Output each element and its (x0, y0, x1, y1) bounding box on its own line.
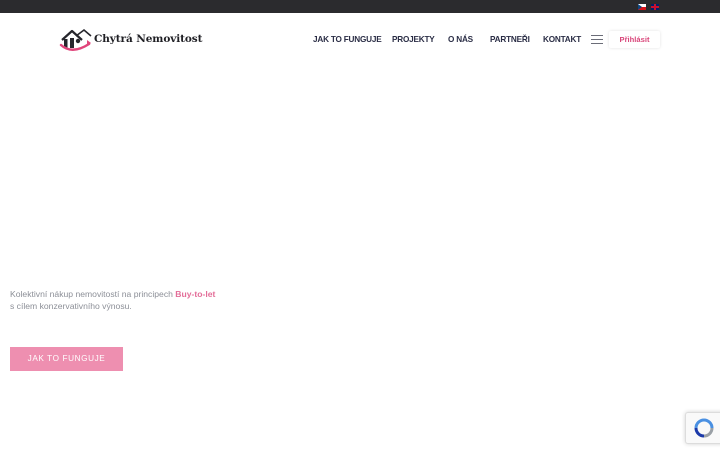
top-bar (0, 0, 720, 13)
logo-text[interactable]: Chytrá Nemovitost (94, 33, 202, 45)
hero-tagline-line2: s cílem konzervativního výnosu. (10, 301, 132, 311)
site-header: Chytrá Nemovitost JAK TO FUNGUJE PROJEKT… (0, 13, 720, 69)
flag-cz-icon[interactable] (638, 4, 646, 10)
hero-tagline-prefix: Kolektivní nákup nemovitostí na principe… (10, 289, 176, 299)
nav-item-projekty[interactable]: PROJEKTY (392, 35, 435, 44)
logo-house-icon[interactable] (58, 27, 94, 53)
how-it-works-button[interactable]: JAK TO FUNGUJE (10, 347, 123, 371)
flag-gb-icon[interactable] (651, 4, 659, 10)
nav-item-jak-to-funguje[interactable]: JAK TO FUNGUJE (313, 35, 382, 44)
hamburger-icon[interactable] (591, 35, 603, 44)
recaptcha-badge[interactable] (685, 412, 720, 444)
nav-item-partneri[interactable]: PARTNEŘI (490, 35, 530, 44)
hero-tagline: Kolektivní nákup nemovitostí na principe… (10, 288, 270, 312)
recaptcha-icon (694, 418, 714, 438)
hero-tagline-accent: Buy-to-let (175, 289, 216, 299)
nav-item-o-nas[interactable]: O NÁS (448, 35, 473, 44)
nav-item-kontakt[interactable]: KONTAKT (543, 35, 581, 44)
login-button[interactable]: Přihlásit (609, 31, 660, 48)
